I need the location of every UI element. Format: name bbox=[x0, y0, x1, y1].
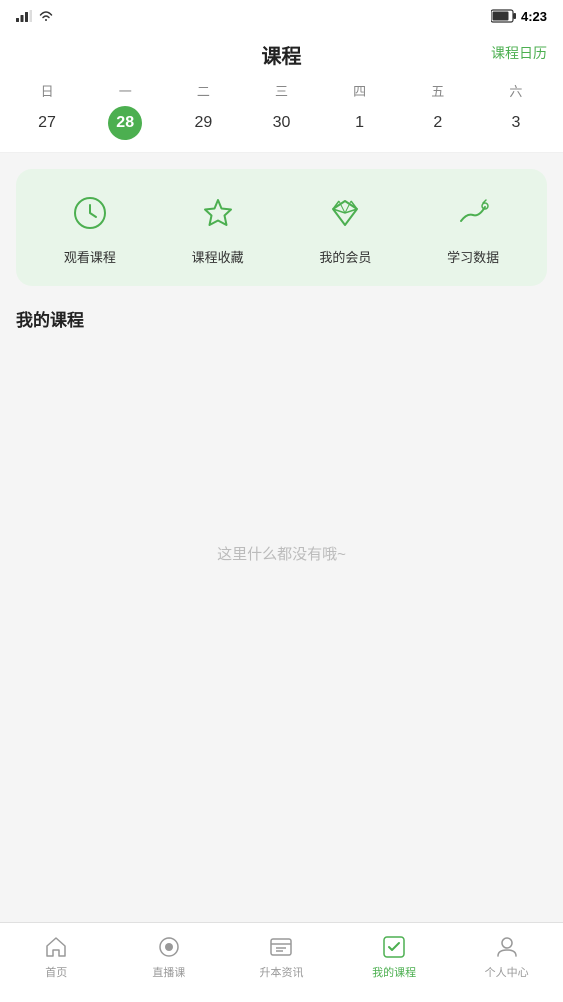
nav-item-mycourse[interactable]: 我的课程 bbox=[338, 934, 451, 980]
nav-label-home: 首页 bbox=[45, 964, 67, 980]
empty-state: 这里什么都没有哦~ bbox=[0, 343, 563, 564]
status-left bbox=[16, 9, 54, 23]
day-number[interactable]: 1 bbox=[343, 106, 377, 140]
day-number[interactable]: 2 bbox=[421, 106, 455, 140]
day-label: 五 bbox=[431, 81, 444, 100]
nav-item-upgrade[interactable]: 升本资讯 bbox=[225, 934, 338, 980]
nav-item-profile[interactable]: 个人中心 bbox=[450, 934, 563, 980]
day-number[interactable]: 3 bbox=[499, 106, 533, 140]
action-label-watch: 观看课程 bbox=[64, 247, 116, 266]
calendar-day[interactable]: 四1 bbox=[321, 81, 399, 140]
status-right: 4:23 bbox=[491, 9, 547, 24]
time-display: 4:23 bbox=[521, 9, 547, 24]
nav-icon-live bbox=[156, 934, 182, 960]
action-watch[interactable]: 观看课程 bbox=[26, 189, 154, 266]
nav-label-profile: 个人中心 bbox=[485, 964, 529, 980]
calendar-day[interactable]: 日 27 bbox=[8, 81, 86, 140]
calendar-day[interactable]: 三 30 bbox=[242, 81, 320, 140]
main-content: 我的课程 这里什么都没有哦~ bbox=[0, 286, 563, 786]
day-label: 六 bbox=[509, 81, 522, 100]
day-number[interactable]: 27 bbox=[30, 106, 64, 140]
wifi-icon bbox=[38, 9, 54, 23]
action-label-stats: 学习数据 bbox=[447, 247, 499, 266]
action-label-member: 我的会员 bbox=[319, 247, 371, 266]
page-title: 课程 bbox=[262, 46, 302, 68]
quick-actions-panel: 观看课程 课程收藏 我的会员 学习数据 bbox=[16, 169, 547, 286]
calendar-day[interactable]: 一 28 bbox=[86, 81, 164, 140]
day-label: 三 bbox=[275, 81, 288, 100]
day-label: 二 bbox=[197, 81, 210, 100]
action-member[interactable]: 我的会员 bbox=[282, 189, 410, 266]
nav-icon-home bbox=[43, 934, 69, 960]
nav-label-upgrade: 升本资讯 bbox=[259, 964, 303, 980]
signal-icon bbox=[16, 10, 32, 22]
nav-label-mycourse: 我的课程 bbox=[372, 964, 416, 980]
day-number[interactable]: 29 bbox=[186, 106, 220, 140]
action-label-collect: 课程收藏 bbox=[192, 247, 244, 266]
day-label: 日 bbox=[41, 81, 54, 100]
day-number[interactable]: 30 bbox=[264, 106, 298, 140]
day-label: 四 bbox=[353, 81, 366, 100]
diamond-icon bbox=[321, 189, 369, 237]
star-icon bbox=[194, 189, 242, 237]
action-stats[interactable]: 学习数据 bbox=[409, 189, 537, 266]
calendar-day[interactable]: 二 29 bbox=[164, 81, 242, 140]
nav-icon-profile bbox=[494, 934, 520, 960]
calendar-day[interactable]: 六3 bbox=[477, 81, 555, 140]
calendar-link[interactable]: 课程日历 bbox=[491, 43, 547, 63]
nav-item-live[interactable]: 直播课 bbox=[113, 934, 226, 980]
clock-icon bbox=[66, 189, 114, 237]
page-header: 课程 课程日历 bbox=[0, 32, 563, 73]
battery-icon bbox=[491, 9, 517, 23]
nav-icon-mycourse bbox=[381, 934, 407, 960]
status-bar: 4:23 bbox=[0, 0, 563, 32]
nav-item-home[interactable]: 首页 bbox=[0, 934, 113, 980]
calendar-days-row: 日27一28二29三30四1五2六3 bbox=[0, 81, 563, 140]
calendar-day[interactable]: 五2 bbox=[399, 81, 477, 140]
my-courses-title: 我的课程 bbox=[0, 286, 563, 343]
day-number[interactable]: 28 bbox=[108, 106, 142, 140]
bottom-navigation: 首页 直播课 升本资讯 我的课程 个人中心 bbox=[0, 922, 563, 1002]
nav-label-live: 直播课 bbox=[152, 964, 185, 980]
action-collect[interactable]: 课程收藏 bbox=[154, 189, 282, 266]
chart-icon bbox=[449, 189, 497, 237]
day-label: 一 bbox=[119, 81, 132, 100]
nav-icon-upgrade bbox=[268, 934, 294, 960]
calendar-week: 日27一28二29三30四1五2六3 bbox=[0, 73, 563, 153]
